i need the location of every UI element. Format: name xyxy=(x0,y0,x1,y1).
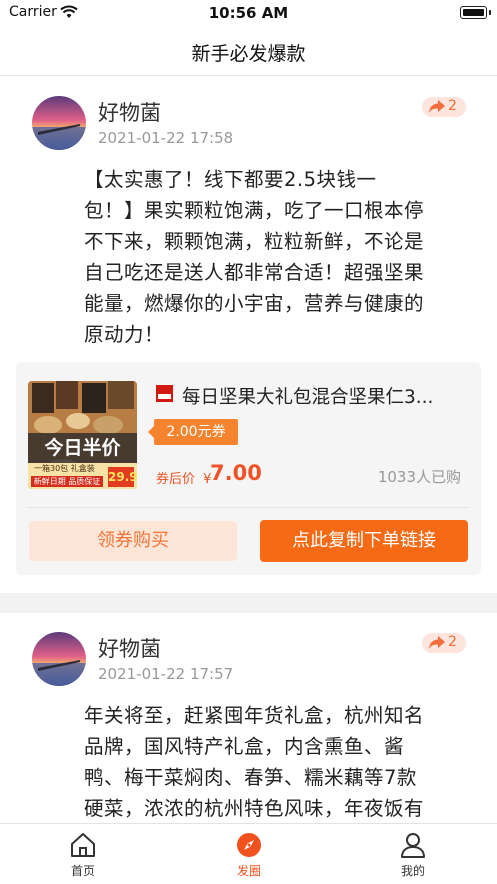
share-count: 2 xyxy=(448,98,457,114)
share-count: 2 xyxy=(448,634,457,650)
post-text-line: 能量，燃爆你的小宇宙，营养与健康的 xyxy=(84,292,425,315)
product-card[interactable]: 今日半价 一箱30包 礼盒装 新鲜日期 品质保证 29.9 每日坚果大礼包混合坚… xyxy=(16,362,481,575)
page-title: 新手必发爆款 xyxy=(191,43,306,65)
post-text-line: 硬菜，浓浓的杭州特色风味，年夜饭有 xyxy=(84,797,425,820)
author-name[interactable]: 好物菌 xyxy=(98,633,161,663)
tab-profile-label: 我的 xyxy=(400,864,425,878)
home-icon xyxy=(70,832,96,858)
coupon-tag: 2.00元券 xyxy=(148,419,238,445)
clock: 10:56 AM xyxy=(208,4,289,22)
post-text-line: 自己吃还是送人都非常合适！超强坚果 xyxy=(84,261,425,284)
post-text-line: 【太实惠了！线下都要2.5块钱一 xyxy=(84,168,377,191)
section-separator xyxy=(0,593,497,613)
post-text: 年关将至，赶紧囤年货礼盒，杭州知名 品牌，国风特产礼盒，内含熏鱼、酱 鸭、梅干菜… xyxy=(84,700,456,823)
after-coupon-label: 券后价 ¥ xyxy=(156,468,211,487)
post-text-line: 品牌，国风特产礼盒，内含熏鱼、酱 xyxy=(84,735,405,758)
thumb-caption: 一箱30包 礼盒装 xyxy=(34,464,95,473)
author-name[interactable]: 好物菌 xyxy=(98,97,161,127)
share-count-badge[interactable]: 2 xyxy=(422,97,466,117)
product-price: 7.00 xyxy=(210,461,262,485)
divider xyxy=(28,507,469,508)
tab-bar: 首页 发圈 我的 xyxy=(0,823,497,883)
tab-moments-label: 发圈 xyxy=(236,864,261,878)
post-date: 2021-01-22 17:57 xyxy=(98,665,234,683)
feed-list[interactable]: 好物菌 2021-01-22 17:58 2 【太实惠了！线下都要2.5块钱一 … xyxy=(0,77,497,823)
post-text: 【太实惠了！线下都要2.5块钱一 包！】果实颗粒饱满，吃了一口根本停 不下来，颗… xyxy=(84,164,456,350)
avatar[interactable] xyxy=(32,632,86,686)
get-coupon-button[interactable]: 领券购买 xyxy=(29,521,237,561)
thumb-tagline: 新鲜日期 品质保证 xyxy=(31,476,103,487)
post-date: 2021-01-22 17:58 xyxy=(98,129,234,147)
tab-moments[interactable]: 发圈 xyxy=(189,824,309,884)
tab-home-label: 首页 xyxy=(70,864,95,878)
post-card: 好物菌 2021-01-22 17:57 2 年关将至，赶紧囤年货礼盒，杭州知名… xyxy=(0,613,497,823)
share-icon xyxy=(429,636,445,653)
avatar[interactable] xyxy=(32,96,86,150)
post-text-line: 原动力！ xyxy=(84,323,165,346)
share-icon xyxy=(429,100,445,117)
copy-link-button[interactable]: 点此复制下单链接 xyxy=(260,520,468,562)
post-text-line: 年关将至，赶紧囤年货礼盒，杭州知名 xyxy=(84,704,425,727)
share-count-badge[interactable]: 2 xyxy=(422,633,466,653)
battery-icon xyxy=(460,6,491,19)
after-coupon-text: 券后价 xyxy=(156,472,196,487)
post-text-line: 鸭、梅干菜焖肉、春笋、糯米藕等7款 xyxy=(84,766,417,789)
navigation-bar: 新手必发爆款 xyxy=(0,26,497,76)
post-text-line: 不下来，颗颗饱满，粒粒新鲜，不论是 xyxy=(84,230,425,253)
compass-icon xyxy=(236,832,262,858)
user-icon xyxy=(400,832,426,858)
thumb-price: 29.9 xyxy=(108,467,137,487)
post-card: 好物菌 2021-01-22 17:58 2 【太实惠了！线下都要2.5块钱一 … xyxy=(0,77,497,592)
tab-profile[interactable]: 我的 xyxy=(353,824,473,884)
tab-home[interactable]: 首页 xyxy=(23,824,143,884)
tmall-icon xyxy=(156,385,173,402)
status-bar: Carrier 10:56 AM xyxy=(0,0,497,26)
product-title[interactable]: 每日坚果大礼包混合坚果仁3... xyxy=(182,383,467,409)
post-text-line: 包！】果实颗粒饱满，吃了一口根本停 xyxy=(84,199,425,222)
buyers-count: 1033人已购 xyxy=(377,468,461,486)
product-image[interactable]: 今日半价 一箱30包 礼盒装 新鲜日期 品质保证 29.9 xyxy=(28,381,137,489)
thumb-banner: 今日半价 xyxy=(28,433,137,463)
